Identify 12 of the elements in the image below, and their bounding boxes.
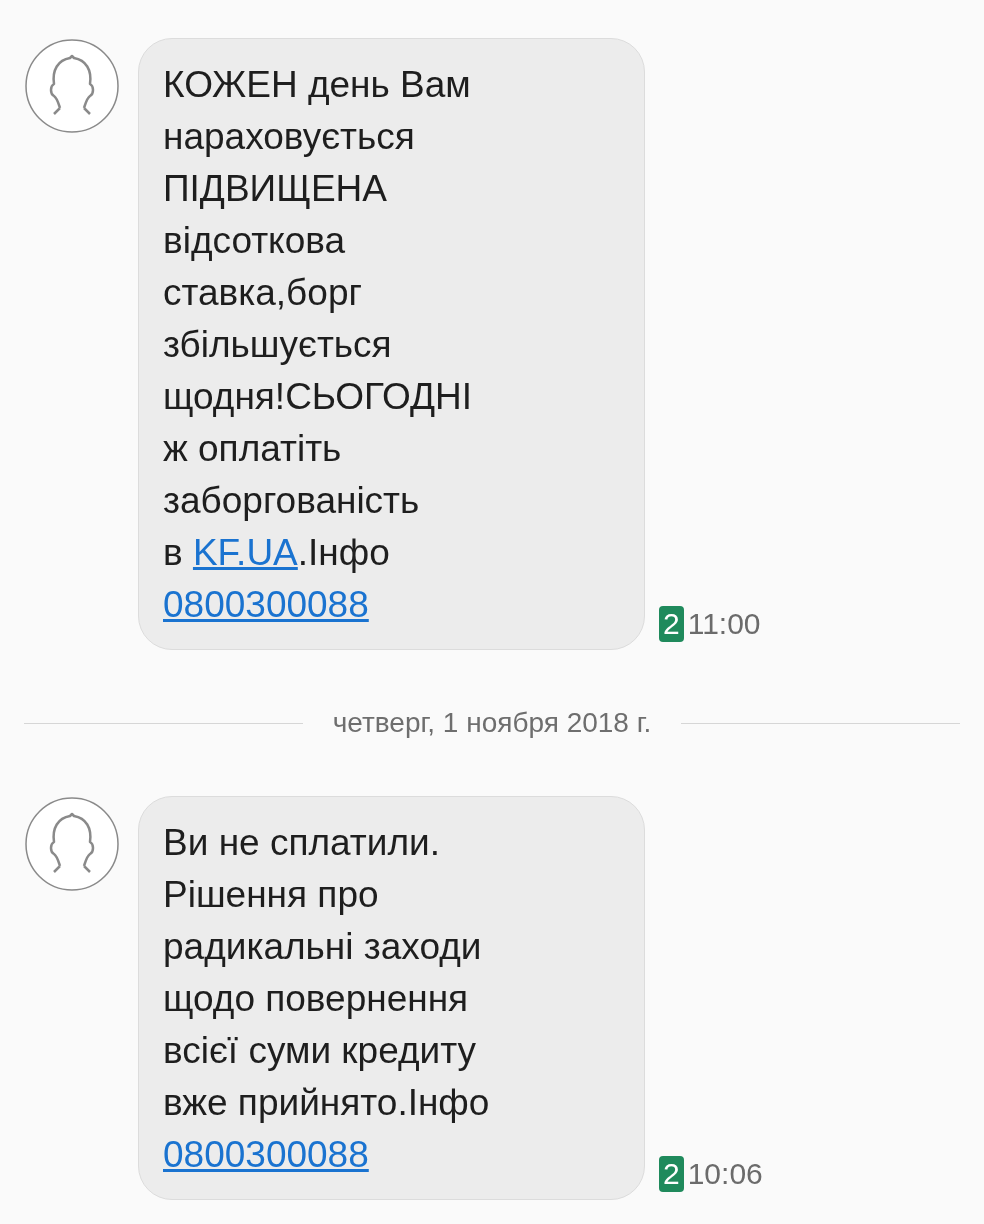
date-divider: четверг, 1 ноября 2018 г.	[331, 706, 653, 740]
message-text: КОЖЕН день Вам нараховується ПІДВИЩЕНА відсоткова ставка,борг збільшується щодня!СЬОГОДНІ ж оплатіть заборгованість в KF.UA.Інфо 0800300088	[163, 63, 474, 627]
sim-badge: 2	[659, 605, 684, 642]
message-time: 10:06	[687, 1156, 763, 1192]
message-text: Ви не сплатили. Рішення про радикальні заходи щодо повернення всієї суми кредиту вже прийнято.Інфо 0800300088	[163, 821, 491, 1177]
link[interactable]: KF.UA	[192, 532, 298, 573]
avatar-icon	[24, 796, 120, 892]
message-time: 11:00	[687, 606, 761, 642]
sim-badge: 2	[659, 1155, 684, 1192]
avatar-icon	[24, 38, 120, 134]
link[interactable]: 0800300088	[163, 1134, 369, 1175]
link[interactable]: 0800300088	[163, 584, 369, 625]
